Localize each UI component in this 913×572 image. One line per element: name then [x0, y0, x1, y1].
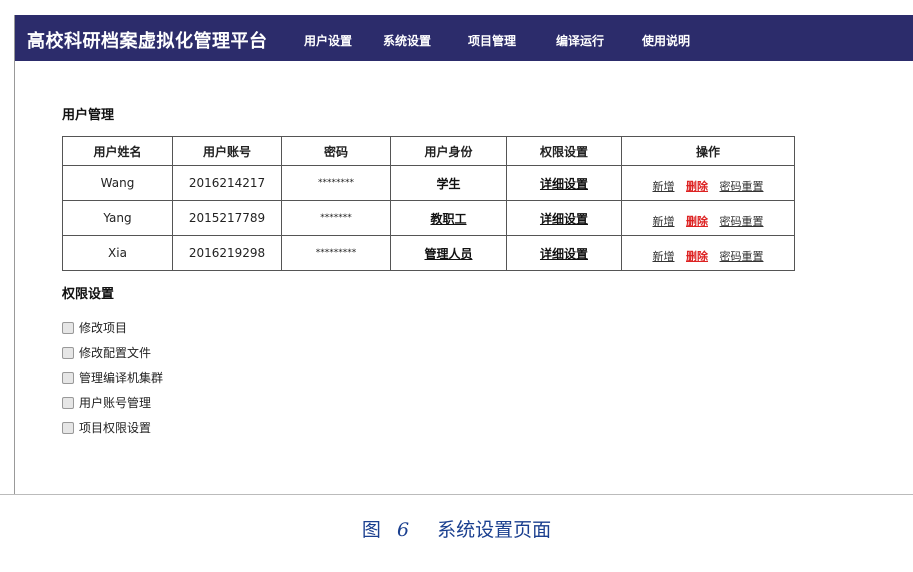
role-label: 学生 — [436, 176, 461, 191]
caption-label: 图 — [361, 519, 381, 541]
cell-name: Wang — [62, 165, 173, 201]
add-link[interactable]: 新增 — [653, 215, 675, 228]
detail-settings-link[interactable]: 详细设置 — [540, 212, 588, 226]
permission-label: 修改配置文件 — [79, 346, 152, 360]
delete-link[interactable]: 删除 — [686, 250, 708, 263]
cell-permission: 详细设置 — [506, 200, 622, 236]
cell-password: ******* — [281, 200, 391, 236]
permission-label: 修改项目 — [79, 321, 128, 335]
col-header-permission: 权限设置 — [506, 136, 622, 166]
permission-settings-heading: 权限设置 — [62, 287, 115, 302]
top-navbar: 高校科研档案虚拟化管理平台 用户设置 系统设置 项目管理 编译运行 使用说明 — [15, 15, 913, 61]
cell-operations: 新增 删除 密码重置 — [621, 165, 795, 201]
nav-system-settings[interactable]: 系统设置 — [383, 32, 431, 49]
delete-link[interactable]: 删除 — [686, 215, 708, 228]
cell-account: 2016214217 — [172, 165, 282, 201]
table-row: Yang 2015217789 ******* 教职工 详细设置 新增 删除 密… — [62, 200, 795, 236]
nav-user-settings[interactable]: 用户设置 — [304, 32, 352, 49]
role-link[interactable]: 管理人员 — [424, 247, 472, 261]
delete-link[interactable]: 删除 — [686, 180, 708, 193]
table-row: Wang 2016214217 ******** 学生 详细设置 新增 删除 密… — [62, 165, 795, 201]
app-title: 高校科研档案虚拟化管理平台 — [27, 31, 268, 52]
col-header-operations: 操作 — [621, 136, 795, 166]
checkbox[interactable] — [62, 371, 74, 384]
nav-compile-run[interactable]: 编译运行 — [556, 32, 604, 49]
checkbox[interactable] — [62, 396, 74, 409]
cell-password: ********* — [281, 235, 391, 271]
nav-project-management[interactable]: 项目管理 — [468, 32, 516, 49]
add-link[interactable]: 新增 — [653, 250, 675, 263]
col-header-name: 用户姓名 — [62, 136, 173, 166]
reset-password-link[interactable]: 密码重置 — [720, 215, 764, 228]
checkbox[interactable] — [62, 346, 74, 359]
cell-account: 2016219298 — [172, 235, 282, 271]
cell-permission: 详细设置 — [506, 235, 622, 271]
cell-operations: 新增 删除 密码重置 — [621, 235, 795, 271]
role-link[interactable]: 教职工 — [430, 212, 466, 226]
detail-settings-link[interactable]: 详细设置 — [540, 177, 588, 191]
cell-password: ******** — [281, 165, 391, 201]
cell-name: Yang — [62, 200, 173, 236]
nav-user-guide[interactable]: 使用说明 — [642, 32, 690, 49]
caption-text: 系统设置页面 — [437, 519, 552, 541]
cell-role: 学生 — [390, 165, 507, 201]
checkbox[interactable] — [62, 321, 74, 334]
col-header-role: 用户身份 — [390, 136, 507, 166]
checkbox[interactable] — [62, 421, 74, 434]
figure-caption: 图 6 系统设置页面 — [0, 515, 913, 542]
cell-role: 管理人员 — [390, 235, 507, 271]
permission-label: 项目权限设置 — [79, 421, 152, 435]
permission-option[interactable]: 用户账号管理 — [62, 394, 151, 411]
caption-number: 6 — [396, 519, 410, 541]
cell-account: 2015217789 — [172, 200, 282, 236]
cell-permission: 详细设置 — [506, 165, 622, 201]
table-header-row: 用户姓名 用户账号 密码 用户身份 权限设置 操作 — [62, 136, 795, 166]
permission-option[interactable]: 项目权限设置 — [62, 419, 151, 436]
permission-option[interactable]: 管理编译机集群 — [62, 369, 163, 386]
table-row: Xia 2016219298 ********* 管理人员 详细设置 新增 删除… — [62, 235, 795, 271]
cell-role: 教职工 — [390, 200, 507, 236]
reset-password-link[interactable]: 密码重置 — [720, 250, 764, 263]
permission-option[interactable]: 修改配置文件 — [62, 344, 151, 361]
add-link[interactable]: 新增 — [653, 180, 675, 193]
cell-operations: 新增 删除 密码重置 — [621, 200, 795, 236]
user-management-heading: 用户管理 — [62, 108, 115, 123]
users-table: 用户姓名 用户账号 密码 用户身份 权限设置 操作 Wang 201621421… — [62, 136, 795, 271]
permission-option[interactable]: 修改项目 — [62, 319, 127, 336]
cell-name: Xia — [62, 235, 173, 271]
col-header-account: 用户账号 — [172, 136, 282, 166]
col-header-password: 密码 — [281, 136, 391, 166]
permission-label: 管理编译机集群 — [79, 371, 164, 385]
reset-password-link[interactable]: 密码重置 — [720, 180, 764, 193]
detail-settings-link[interactable]: 详细设置 — [540, 247, 588, 261]
divider — [0, 494, 913, 495]
permission-label: 用户账号管理 — [79, 396, 152, 410]
app-window: 高校科研档案虚拟化管理平台 用户设置 系统设置 项目管理 编译运行 使用说明 用… — [14, 15, 913, 494]
